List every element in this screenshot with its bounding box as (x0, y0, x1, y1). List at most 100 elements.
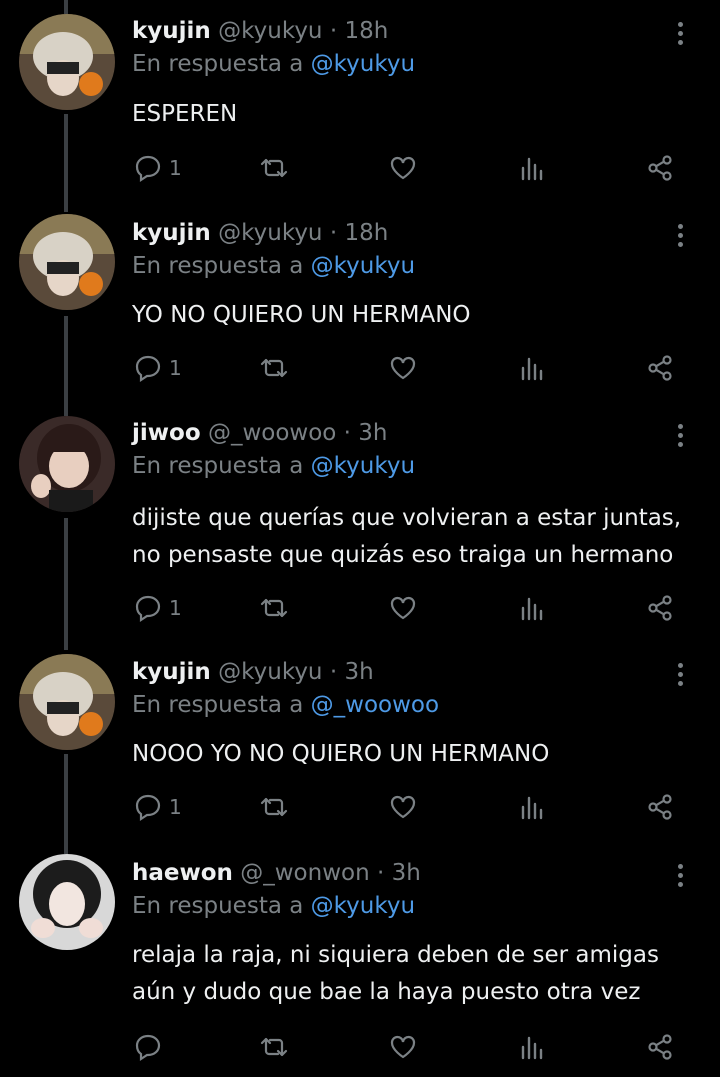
retweet-button[interactable] (257, 1027, 291, 1067)
handle[interactable]: @kyukyu (218, 18, 322, 44)
share-button[interactable] (645, 148, 675, 188)
tweet-text-line: dijiste que querías que volvieran a esta… (132, 505, 682, 531)
handle[interactable]: @kyukyu (218, 220, 322, 246)
reply-button[interactable]: 1 (133, 588, 182, 628)
reply-context: En respuesta a @kyukyu (132, 253, 415, 279)
display-name[interactable]: haewon (132, 860, 233, 886)
timestamp[interactable]: · 3h (330, 659, 374, 685)
views-icon (517, 153, 547, 183)
timestamp[interactable]: · 3h (344, 420, 388, 446)
like-icon (388, 153, 418, 183)
tweet-text: YO NO QUIERO UN HERMANO (132, 302, 471, 328)
retweet-icon (257, 353, 291, 383)
avatar[interactable] (19, 854, 115, 950)
avatar[interactable] (19, 416, 115, 512)
avatar-image (19, 214, 115, 310)
avatar[interactable] (19, 654, 115, 750)
mention-link[interactable]: @kyukyu (311, 893, 415, 919)
tweet-text-line: relaja la raja, ni siquiera deben de ser… (132, 942, 659, 968)
reply-count: 1 (169, 156, 182, 180)
more-icon[interactable] (670, 22, 690, 52)
tweet-header: haewon @_wonwon · 3h (132, 860, 421, 886)
mention-link[interactable]: @kyukyu (311, 453, 415, 479)
avatar[interactable] (19, 14, 115, 110)
tweet-header: kyujin @kyukyu · 18h (132, 18, 388, 44)
like-icon (388, 353, 418, 383)
display-name[interactable]: kyujin (132, 220, 211, 246)
tweet-text: dijiste que querías que volvieran a esta… (132, 500, 692, 574)
reply-icon (133, 593, 163, 623)
share-button[interactable] (645, 787, 675, 827)
like-button[interactable] (388, 148, 418, 188)
display-name[interactable]: jiwoo (132, 420, 201, 446)
timestamp[interactable]: · 18h (330, 18, 388, 44)
reply-button[interactable] (133, 1027, 169, 1067)
reply-icon (133, 1032, 163, 1062)
retweet-button[interactable] (257, 787, 291, 827)
tweet[interactable]: haewon @_wonwon · 3h En respuesta a @kyu… (0, 842, 720, 1077)
retweet-icon (257, 1032, 291, 1062)
action-bar: 1 (0, 148, 720, 188)
reply-prefix: En respuesta a (132, 253, 304, 279)
action-bar: 1 (0, 787, 720, 827)
tweet-text-line: no pensaste que quizás eso traiga un her… (132, 542, 674, 568)
retweet-button[interactable] (257, 148, 291, 188)
share-icon (645, 353, 675, 383)
views-button[interactable] (517, 787, 547, 827)
retweet-button[interactable] (257, 348, 291, 388)
timestamp[interactable]: · 3h (377, 860, 421, 886)
mention-link[interactable]: @_woowoo (311, 692, 439, 718)
like-button[interactable] (388, 787, 418, 827)
more-icon[interactable] (670, 864, 690, 894)
reply-count: 1 (169, 596, 182, 620)
like-icon (388, 593, 418, 623)
reply-count: 1 (169, 795, 182, 819)
views-button[interactable] (517, 1027, 547, 1067)
reply-context: En respuesta a @kyukyu (132, 51, 415, 77)
like-button[interactable] (388, 588, 418, 628)
views-button[interactable] (517, 148, 547, 188)
share-button[interactable] (645, 1027, 675, 1067)
more-icon[interactable] (670, 663, 690, 693)
like-icon (388, 1032, 418, 1062)
views-button[interactable] (517, 588, 547, 628)
display-name[interactable]: kyujin (132, 18, 211, 44)
handle[interactable]: @_woowoo (208, 420, 336, 446)
share-icon (645, 153, 675, 183)
avatar-image (19, 654, 115, 750)
action-bar (0, 1027, 720, 1067)
retweet-icon (257, 153, 291, 183)
share-button[interactable] (645, 588, 675, 628)
reply-button[interactable]: 1 (133, 787, 182, 827)
tweet[interactable]: kyujin @kyukyu · 18h En respuesta a @kyu… (0, 0, 720, 200)
tweet-header: kyujin @kyukyu · 18h (132, 220, 388, 246)
tweet[interactable]: kyujin @kyukyu · 3h En respuesta a @_woo… (0, 641, 720, 841)
display-name[interactable]: kyujin (132, 659, 211, 685)
like-button[interactable] (388, 348, 418, 388)
share-button[interactable] (645, 348, 675, 388)
views-button[interactable] (517, 348, 547, 388)
tweet[interactable]: kyujin @kyukyu · 18h En respuesta a @kyu… (0, 202, 720, 402)
share-icon (645, 792, 675, 822)
more-icon[interactable] (670, 224, 690, 254)
views-icon (517, 593, 547, 623)
tweet-header: kyujin @kyukyu · 3h (132, 659, 374, 685)
reply-icon (133, 792, 163, 822)
share-icon (645, 1032, 675, 1062)
like-button[interactable] (388, 1027, 418, 1067)
retweet-button[interactable] (257, 588, 291, 628)
share-icon (645, 593, 675, 623)
tweet-text: ESPEREN (132, 101, 238, 127)
handle[interactable]: @_wonwon (240, 860, 369, 886)
more-icon[interactable] (670, 424, 690, 454)
handle[interactable]: @kyukyu (218, 659, 322, 685)
reply-button[interactable]: 1 (133, 148, 182, 188)
reply-prefix: En respuesta a (132, 453, 304, 479)
reply-count: 1 (169, 356, 182, 380)
mention-link[interactable]: @kyukyu (311, 253, 415, 279)
avatar[interactable] (19, 214, 115, 310)
tweet[interactable]: jiwoo @_woowoo · 3h En respuesta a @kyuk… (0, 402, 720, 642)
reply-button[interactable]: 1 (133, 348, 182, 388)
mention-link[interactable]: @kyukyu (311, 51, 415, 77)
timestamp[interactable]: · 18h (330, 220, 388, 246)
